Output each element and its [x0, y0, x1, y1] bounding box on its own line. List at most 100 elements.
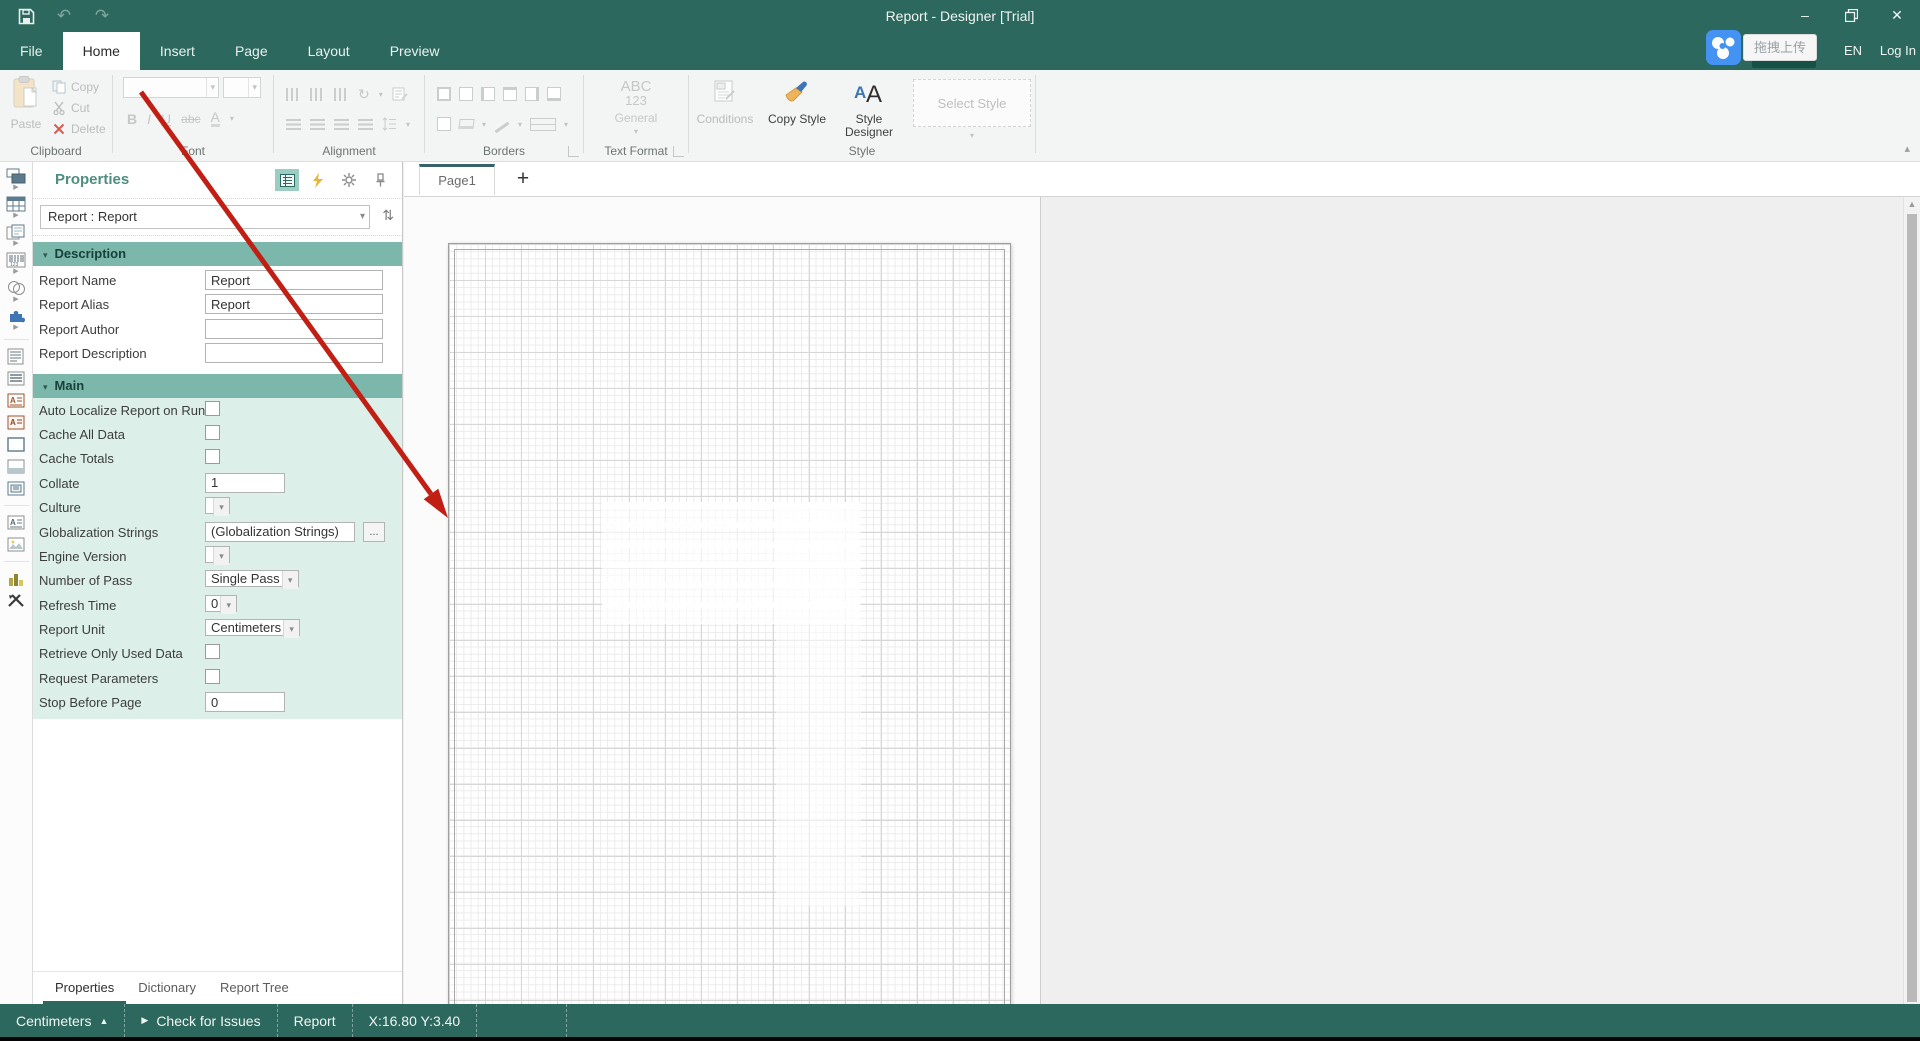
tab-properties[interactable]: Properties: [43, 972, 126, 1004]
pin-icon[interactable]: [368, 169, 392, 191]
expand-arrow-icon[interactable]: ▶: [13, 269, 18, 275]
rich-text-alt-tool[interactable]: A: [5, 414, 27, 431]
page-break-tool[interactable]: [5, 458, 27, 475]
restore-button[interactable]: [1828, 0, 1874, 30]
scrollbar-thumb[interactable]: [1907, 214, 1917, 1002]
report-status-item[interactable]: Report: [278, 1004, 353, 1037]
shapes-tool[interactable]: ▶: [5, 280, 27, 303]
properties-view-icon[interactable]: [275, 169, 299, 191]
border-none-icon[interactable]: [459, 87, 473, 101]
bands-tool[interactable]: ▶: [5, 168, 27, 191]
page-tab-page1[interactable]: Page1: [419, 164, 495, 195]
font-color-button[interactable]: A: [211, 110, 220, 127]
align-center-icon[interactable]: [310, 119, 325, 130]
text-tool[interactable]: [5, 348, 27, 365]
line-spacing-icon[interactable]: [382, 117, 397, 131]
tab-preview[interactable]: Preview: [370, 32, 460, 70]
units-selector[interactable]: Centimeters ▲: [0, 1004, 125, 1037]
report-unit-select[interactable]: Centimeters▾: [205, 619, 300, 636]
line-style-icon[interactable]: [530, 118, 556, 131]
globalization-strings-input[interactable]: [205, 522, 355, 542]
login-button[interactable]: Log In: [1880, 32, 1916, 70]
strikethrough-button[interactable]: abc: [181, 112, 200, 126]
delete-button[interactable]: Delete: [52, 118, 106, 139]
scroll-up-icon[interactable]: ▲: [1904, 199, 1920, 209]
cut-button[interactable]: Cut: [52, 97, 106, 118]
tab-home[interactable]: Home: [63, 32, 140, 70]
report-description-input[interactable]: [205, 343, 383, 363]
components-tool[interactable]: ▶: [5, 308, 27, 331]
report-page[interactable]: [448, 243, 1011, 1004]
stop-before-page-input[interactable]: [205, 692, 285, 712]
underline-button[interactable]: U: [161, 111, 171, 127]
border-top-icon[interactable]: [503, 87, 517, 101]
check-for-issues-button[interactable]: ▶ Check for Issues: [125, 1004, 277, 1037]
tools-tool[interactable]: [5, 592, 27, 609]
italic-button[interactable]: I: [147, 111, 151, 127]
section-header-description[interactable]: ▾Description: [33, 242, 402, 266]
text-block-tool[interactable]: A: [5, 514, 27, 531]
rotate-dropdown-icon[interactable]: ▾: [379, 90, 383, 99]
select-style-dropdown-icon[interactable]: ▾: [913, 131, 1031, 140]
line-style-dropdown-icon[interactable]: ▾: [564, 120, 568, 129]
text-format-button[interactable]: ABC 123 General ▾: [584, 79, 688, 136]
select-style-button[interactable]: Select Style: [913, 79, 1031, 127]
chart-tool[interactable]: [5, 570, 27, 587]
tab-layout[interactable]: Layout: [288, 32, 370, 70]
line-spacing-dropdown-icon[interactable]: ▾: [406, 120, 410, 129]
fill-color-dropdown-icon[interactable]: ▾: [482, 120, 486, 129]
engine-version-select[interactable]: ▾: [205, 546, 230, 563]
table-tool[interactable]: ▶: [5, 196, 27, 219]
close-button[interactable]: ✕: [1874, 0, 1920, 30]
minimize-button[interactable]: –: [1782, 0, 1828, 30]
border-right-icon[interactable]: [525, 87, 539, 101]
culture-select[interactable]: ▾: [205, 497, 230, 514]
sort-properties-icon[interactable]: ⇅: [382, 207, 394, 224]
add-page-button[interactable]: +: [510, 166, 536, 192]
tab-dictionary[interactable]: Dictionary: [126, 972, 208, 1004]
align-top-icon[interactable]: [286, 88, 301, 101]
rich-text-tool[interactable]: A: [5, 392, 27, 409]
text-options-icon[interactable]: [392, 87, 408, 101]
text-format-dropdown-icon[interactable]: ▾: [584, 127, 688, 136]
copy-button[interactable]: Copy: [52, 76, 106, 97]
number-of-pass-select[interactable]: Single Pass▾: [205, 570, 299, 587]
paste-button[interactable]: Paste: [6, 76, 46, 138]
border-left-icon[interactable]: [481, 87, 495, 101]
rotate-text-icon[interactable]: ↻: [358, 87, 370, 101]
expand-arrow-icon[interactable]: ▶: [13, 213, 18, 219]
align-right-icon[interactable]: [334, 119, 349, 130]
tab-file[interactable]: File: [0, 32, 63, 70]
border-color-icon[interactable]: [495, 121, 510, 133]
cache-totals-checkbox[interactable]: [205, 449, 220, 464]
align-justify-icon[interactable]: [358, 119, 373, 130]
tab-report-tree[interactable]: Report Tree: [208, 972, 301, 1004]
border-all-icon[interactable]: [437, 87, 451, 101]
tab-insert[interactable]: Insert: [140, 32, 215, 70]
text-lines-tool[interactable]: [5, 370, 27, 387]
globalization-strings-ellipsis-button[interactable]: ...: [363, 522, 385, 542]
border-bottom-icon[interactable]: [547, 87, 561, 101]
image-tool[interactable]: [5, 536, 27, 553]
font-size-select[interactable]: ▾: [223, 77, 261, 98]
fill-color-icon[interactable]: [458, 119, 474, 129]
netdisk-icon[interactable]: [1706, 30, 1741, 65]
bold-button[interactable]: B: [127, 111, 137, 127]
chevron-down-icon[interactable]: ▾: [360, 206, 365, 228]
border-color-dropdown-icon[interactable]: ▾: [518, 120, 522, 129]
font-color-dropdown-icon[interactable]: ▾: [230, 114, 234, 123]
language-button[interactable]: EN: [1844, 32, 1862, 70]
sub-report-tool[interactable]: [5, 480, 27, 497]
expand-arrow-icon[interactable]: ▶: [13, 297, 18, 303]
page-copy-tool[interactable]: ▶: [5, 224, 27, 247]
align-bottom-icon[interactable]: [334, 88, 349, 101]
events-lightning-icon[interactable]: [306, 169, 330, 191]
report-name-input[interactable]: [205, 270, 383, 290]
panel-tool[interactable]: [5, 436, 27, 453]
settings-gear-icon[interactable]: [337, 169, 361, 191]
vertical-scrollbar[interactable]: ▲: [1903, 197, 1920, 1004]
request-parameters-checkbox[interactable]: [205, 669, 220, 684]
tab-page[interactable]: Page: [215, 32, 288, 70]
object-selector[interactable]: Report : Report▾: [40, 205, 370, 229]
section-header-main[interactable]: ▾Main: [33, 374, 402, 398]
